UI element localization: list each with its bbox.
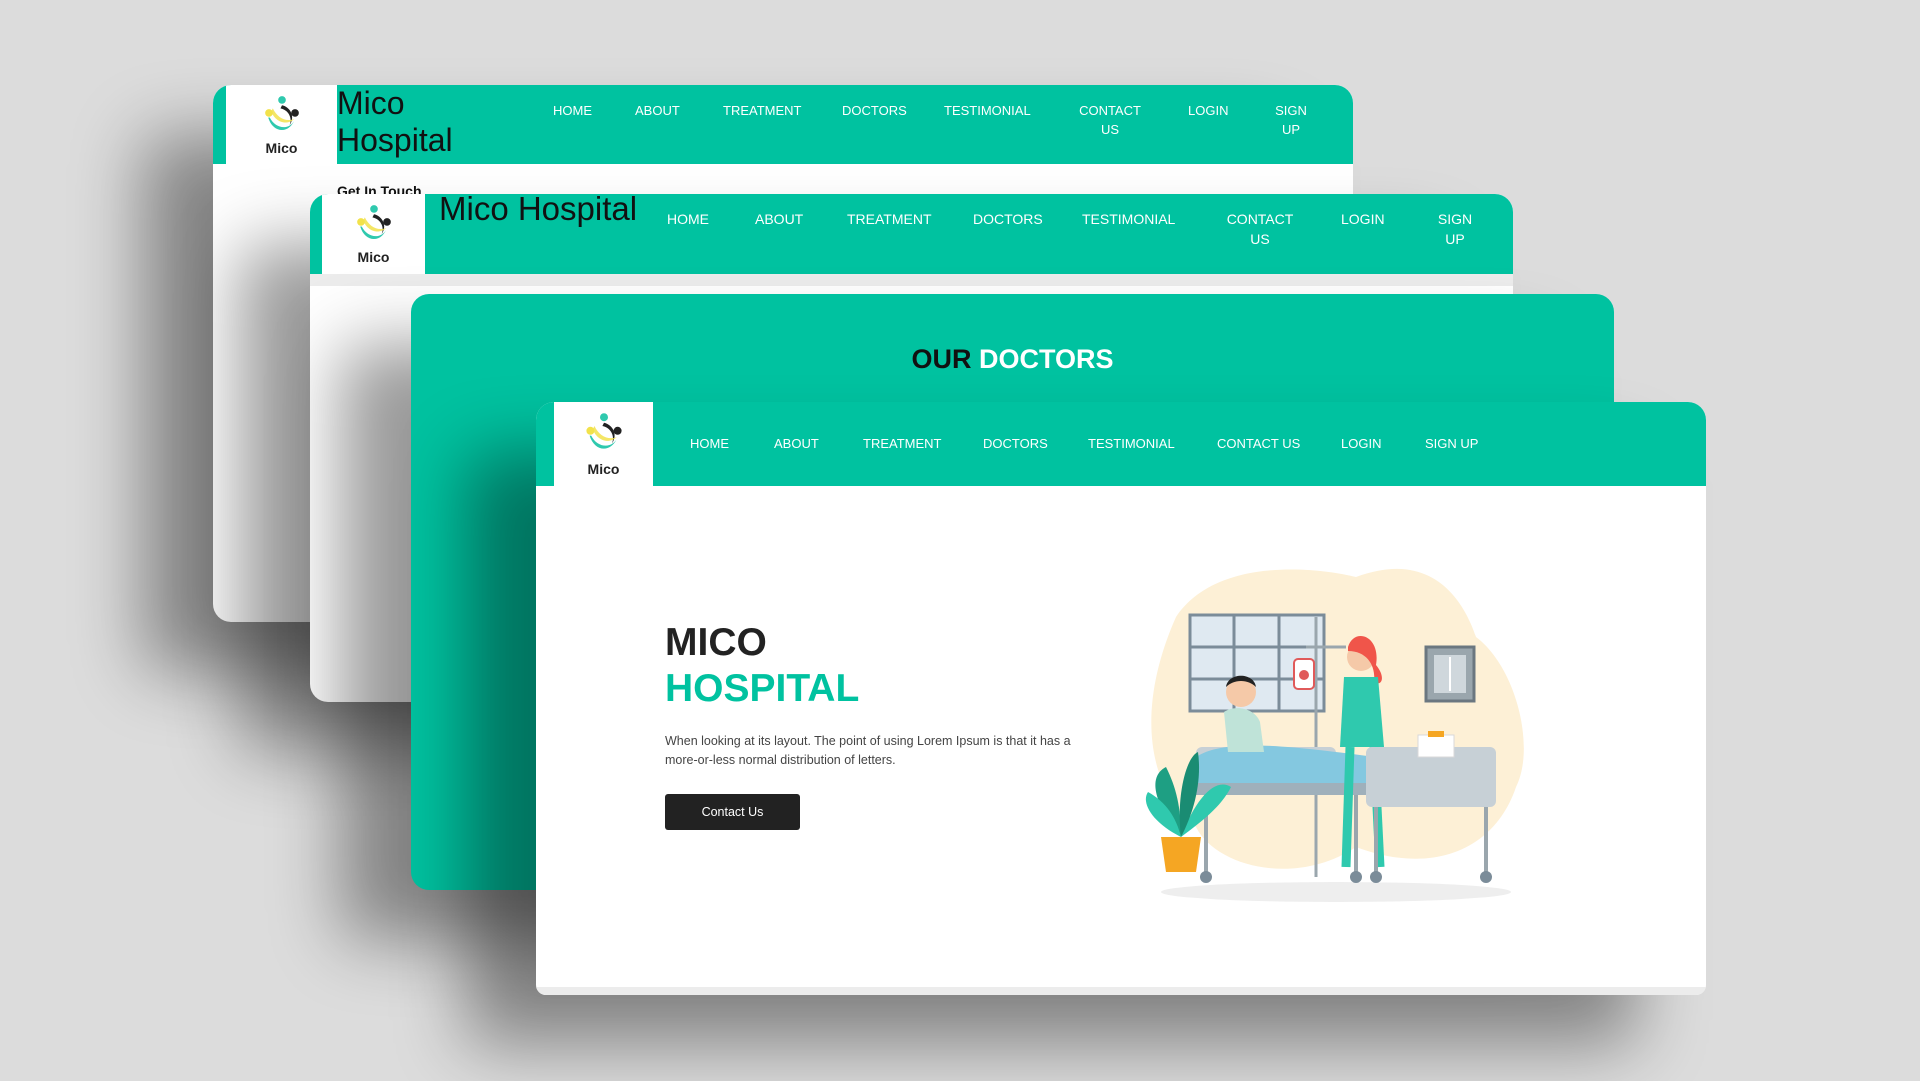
title-light-word: DOCTORS (979, 344, 1114, 374)
nav-home[interactable]: HOME (690, 435, 729, 454)
mico-logo-icon (264, 95, 299, 130)
brand-name: Mico Hospital (439, 194, 638, 227)
logo-text: Mico (265, 139, 298, 156)
logo-text: Mico (357, 249, 390, 265)
contact-us-button[interactable]: Contact Us (665, 794, 800, 830)
navbar: Mico Mico Hospital HOME ABOUT TREATMENT … (213, 85, 1353, 164)
nav-about[interactable]: ABOUT (755, 209, 803, 229)
nav-testimonial[interactable]: TESTIMONIAL (1088, 435, 1175, 454)
logo[interactable]: Mico (226, 85, 337, 164)
divider (536, 987, 1706, 995)
nav-treatment[interactable]: TREATMENT (723, 102, 801, 121)
nav-about[interactable]: ABOUT (635, 102, 680, 121)
nav-signup[interactable]: SIGN UP (1435, 209, 1475, 250)
nav-login[interactable]: LOGIN (1188, 102, 1228, 121)
nav-treatment[interactable]: TREATMENT (863, 435, 941, 454)
logo[interactable]: Mico (322, 194, 425, 274)
hero-heading: MICO HOSPITAL (665, 620, 859, 712)
logo[interactable]: Mico (554, 402, 653, 486)
brand-name: Mico Hospital (337, 85, 453, 158)
nav-home[interactable]: HOME (553, 102, 592, 121)
nav-testimonial[interactable]: TESTIMONIAL (944, 102, 1031, 121)
navbar: Mico HOME ABOUT TREATMENT DOCTORS TESTIM… (536, 402, 1706, 486)
home-page-card: Mico HOME ABOUT TREATMENT DOCTORS TESTIM… (536, 402, 1706, 995)
doctors-section-title: OUR DOCTORS (411, 344, 1614, 375)
hero-description: When looking at its layout. The point of… (665, 734, 1071, 767)
nav-login[interactable]: LOGIN (1341, 435, 1381, 454)
hero-title-line1: MICO (665, 621, 767, 664)
nav-doctors[interactable]: DOCTORS (983, 435, 1048, 454)
nav-home[interactable]: HOME (667, 209, 709, 229)
divider (310, 274, 1513, 286)
nav-doctors[interactable]: DOCTORS (973, 209, 1043, 229)
nav-signup[interactable]: SIGN UP (1425, 435, 1478, 454)
nav-contact[interactable]: CONTACT US (1222, 209, 1298, 250)
nav-login[interactable]: LOGIN (1341, 209, 1385, 229)
nav-signup[interactable]: SIGN UP (1273, 102, 1309, 140)
nav-contact[interactable]: CONTACT US (1217, 435, 1300, 454)
mico-logo-icon (585, 413, 622, 449)
nav-doctors[interactable]: DOCTORS (842, 102, 907, 121)
mico-logo-icon (356, 205, 391, 240)
nav-about[interactable]: ABOUT (774, 435, 819, 454)
hospital-illustration (1145, 568, 1524, 902)
nav-contact[interactable]: CONTACT US (1075, 102, 1145, 140)
nav-treatment[interactable]: TREATMENT (847, 209, 932, 229)
title-dark-word: OUR (911, 344, 972, 374)
logo-text: Mico (587, 461, 620, 477)
navbar: Mico Mico Hospital HOME ABOUT TREATMENT … (310, 194, 1513, 274)
nav-testimonial[interactable]: TESTIMONIAL (1082, 209, 1175, 229)
hero-title-line2: HOSPITAL (665, 667, 860, 710)
